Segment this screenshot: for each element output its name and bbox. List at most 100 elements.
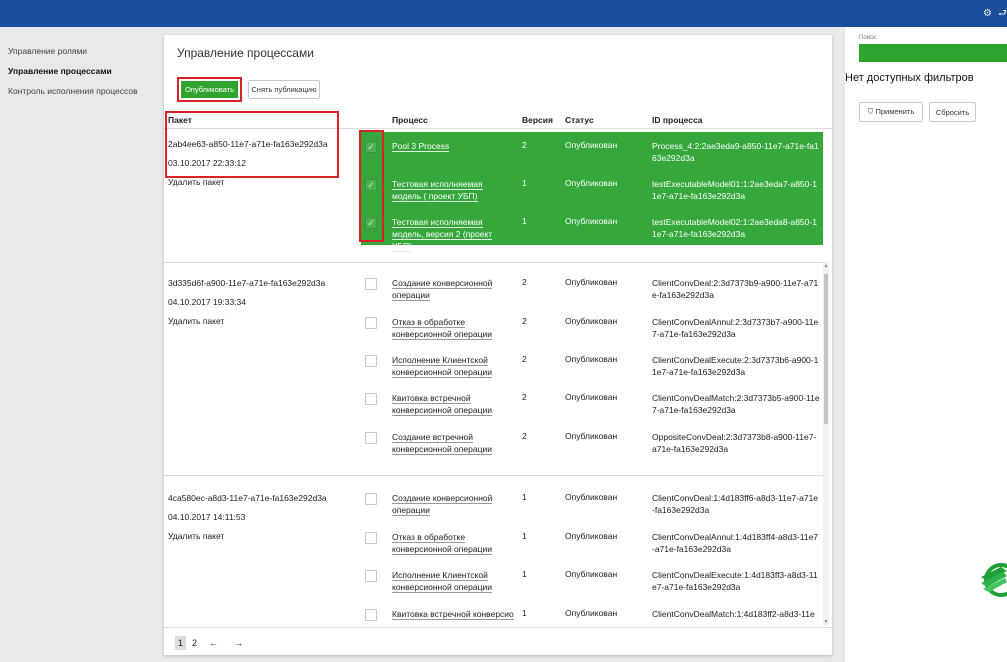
process-version: 2	[522, 316, 527, 326]
table-scrollbar[interactable]: ▲ ▼	[823, 262, 829, 626]
process-id: OppositeConvDeal:2:3d7373b8-a900-11e7-a7…	[652, 432, 817, 454]
sidebar-item-roles[interactable]: Управление ролями	[0, 41, 157, 61]
process-name[interactable]: Исполнение Клиентской конверсионной опер…	[392, 569, 514, 593]
table-row[interactable]: Исполнение Клиентской конверсионной опер…	[164, 569, 824, 605]
row-checkbox[interactable]	[365, 393, 377, 405]
table-row[interactable]: ✓ Тестовая исполняемая модель ( проект У…	[164, 178, 824, 214]
process-status: Опубликован	[565, 569, 618, 579]
table-row[interactable]: ✓ Тестовая исполняемая модель, версия 2 …	[164, 216, 824, 252]
prev-page-icon[interactable]: ←	[206, 636, 221, 650]
row-checkbox[interactable]	[365, 355, 377, 367]
process-version: 2	[522, 140, 527, 150]
no-filters-text: Нет доступных фильтров	[845, 72, 974, 84]
logout-icon[interactable]: ⮐	[998, 8, 1007, 19]
process-version: 1	[522, 178, 527, 188]
pagination: 1 2 ← →	[164, 627, 832, 655]
unpublish-button[interactable]: Снять публикацию	[248, 80, 320, 99]
process-id: Process_4:2:2ae3eda9-a850-11e7-a71e-fa16…	[652, 141, 819, 163]
table-row[interactable]: Квитовка встречной конверсионной операци…	[164, 392, 824, 428]
header-version: Версия	[522, 115, 553, 125]
scroll-down-icon[interactable]: ▼	[823, 619, 829, 625]
process-status: Опубликован	[565, 140, 618, 150]
table-row[interactable]: Создание конверсионной операции 2 Опубли…	[164, 277, 824, 313]
process-status: Опубликован	[565, 178, 618, 188]
search-input[interactable]	[859, 44, 1007, 62]
table-row[interactable]: ✓ Pool 3 Process 2 Опубликован Process_4…	[164, 140, 824, 176]
reset-filter-button[interactable]: Сбросить	[929, 102, 976, 122]
process-version: 1	[522, 492, 527, 502]
process-id: testExecutableModel02:1:2ae3eda8-a850-11…	[652, 217, 817, 239]
top-bar: ⚙ ⮐	[0, 0, 1007, 27]
row-checkbox[interactable]	[365, 317, 377, 329]
row-checkbox[interactable]	[365, 432, 377, 444]
process-status: Опубликован	[565, 354, 618, 364]
process-status: Опубликован	[565, 392, 618, 402]
page-2-button[interactable]: 2	[189, 636, 200, 650]
process-version: 1	[522, 608, 527, 618]
table-row[interactable]: Отказ в обработке конверсионной операции…	[164, 316, 824, 352]
process-id: testExecutableModel01:1:2ae3eda7-a850-11…	[652, 179, 817, 201]
table-row[interactable]: Создание встречной конверсионной операци…	[164, 431, 824, 467]
bank-logo-icon	[981, 563, 1007, 597]
header-status: Статус	[565, 115, 594, 125]
row-checkbox[interactable]	[365, 493, 377, 505]
process-status: Опубликован	[565, 492, 618, 502]
top-icons: ⚙ ⮐	[977, 6, 1007, 23]
search-label: Поиск:	[859, 35, 878, 41]
process-status: Опубликован	[565, 431, 618, 441]
process-name[interactable]: Создание встречной конверсионной операци…	[392, 431, 514, 455]
process-version: 2	[522, 277, 527, 287]
process-id: ClientConvDealAnnul:1:4d183ff4-a8d3-11e7…	[652, 532, 819, 554]
scroll-up-icon[interactable]: ▲	[823, 263, 829, 269]
package-divider	[164, 475, 824, 476]
package-divider	[164, 262, 824, 263]
process-name[interactable]: Тестовая исполняемая модель ( проект УБП…	[392, 178, 514, 202]
sidebar-item-execution-control[interactable]: Контроль исполнения процессов	[0, 81, 157, 101]
apply-filter-button[interactable]: ⛉ Применить	[859, 102, 923, 122]
row-checkbox[interactable]	[365, 532, 377, 544]
row-checkbox[interactable]	[365, 609, 377, 621]
settings-icon[interactable]: ⚙	[983, 8, 992, 19]
process-version: 2	[522, 354, 527, 364]
process-version: 2	[522, 392, 527, 402]
process-version: 1	[522, 569, 527, 579]
process-name[interactable]: Квитовка встречной конверсионной операци…	[392, 392, 514, 416]
next-page-icon[interactable]: →	[231, 636, 246, 650]
process-id: ClientConvDeal:1:4d183ff6-a8d3-11e7-a71e…	[652, 493, 819, 515]
process-version: 1	[522, 216, 527, 226]
process-status: Опубликован	[565, 531, 618, 541]
process-status: Опубликован	[565, 216, 618, 226]
process-name[interactable]: Отказ в обработке конверсионной операции	[392, 316, 514, 340]
process-status: Опубликован	[565, 608, 618, 618]
scrollbar-thumb[interactable]	[824, 274, 828, 424]
checkbox-highlight-box	[359, 130, 384, 242]
process-name[interactable]: Отказ в обработке конверсионной операции	[392, 531, 514, 555]
process-name[interactable]: Pool 3 Process	[392, 140, 514, 152]
row-checkbox[interactable]	[365, 570, 377, 582]
process-id: ClientConvDealMatch:1:4d183ff2-a8d3-11e	[652, 609, 815, 619]
sidebar-item-processes[interactable]: Управление процессами	[0, 61, 157, 81]
process-status: Опубликован	[565, 316, 618, 326]
table-row[interactable]: Отказ в обработке конверсионной операции…	[164, 531, 824, 567]
page-title: Управление процессами	[177, 46, 314, 60]
process-id: ClientConvDealExecute:1:4d183ff3-a8d3-11…	[652, 570, 818, 592]
table-row[interactable]: Квитовка встречной конверсио 1 Опубликов…	[164, 608, 824, 626]
process-name[interactable]: Создание конверсионной операции	[392, 492, 514, 516]
process-name[interactable]: Исполнение Клиентской конверсионной опер…	[392, 354, 514, 378]
publish-button[interactable]: Опубликовать	[177, 77, 242, 102]
process-id: ClientConvDealMatch:2:3d7373b5-a900-11e7…	[652, 393, 820, 415]
header-process: Процесс	[392, 115, 428, 125]
row-checkbox[interactable]	[365, 278, 377, 290]
process-id: ClientConvDealExecute:2:3d7373b6-a900-11…	[652, 355, 819, 377]
page-1-button[interactable]: 1	[175, 636, 187, 650]
table-row[interactable]: Исполнение Клиентской конверсионной опер…	[164, 354, 824, 390]
process-id: ClientConvDealAnnul:2:3d7373b7-a900-11e7…	[652, 317, 819, 339]
process-name[interactable]: Тестовая исполняемая модель, версия 2 (п…	[392, 216, 514, 252]
process-name[interactable]: Создание конверсионной операции	[392, 277, 514, 301]
process-version: 2	[522, 431, 527, 441]
process-name[interactable]: Квитовка встречной конверсио	[392, 608, 514, 620]
filter-icon: ⛉	[867, 107, 874, 116]
process-version: 1	[522, 531, 527, 541]
table-row[interactable]: Создание конверсионной операции 1 Опубли…	[164, 492, 824, 528]
process-id: ClientConvDeal:2:3d7373b9-a900-11e7-a71e…	[652, 278, 819, 300]
